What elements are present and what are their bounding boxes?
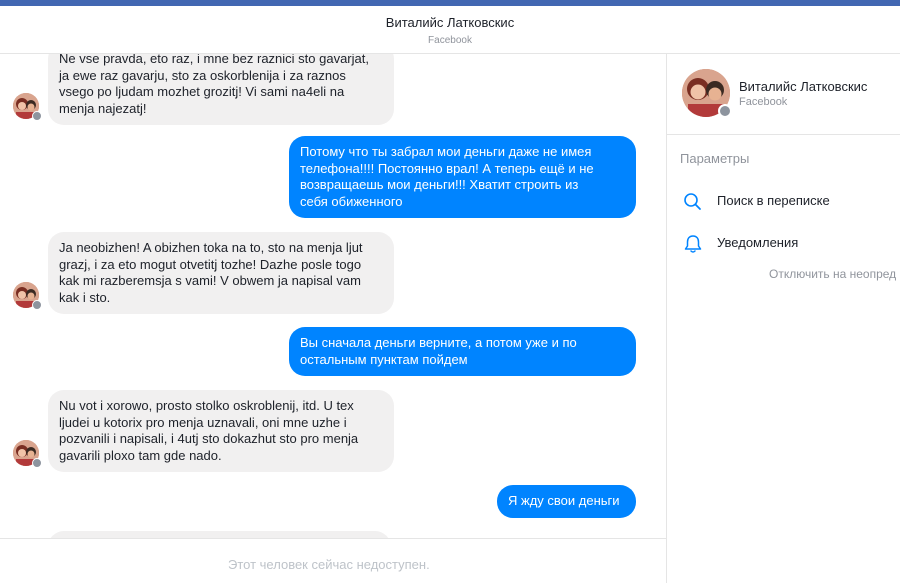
- message-thread[interactable]: Ne vse pravda, eto raz, i mne bez raznic…: [0, 54, 666, 538]
- message-line: ja ewe raz gavarju, sto za oskorblenija …: [59, 67, 346, 83]
- notifications-label: Уведомления: [717, 235, 799, 250]
- sidebar-network-label: Facebook: [739, 96, 788, 108]
- message-line: Nu vot i xorowo, prosto stolko oskroblen…: [59, 398, 354, 413]
- contact-avatar[interactable]: [13, 440, 42, 468]
- sidebar-divider: [667, 134, 900, 135]
- message-line: возвращаешь мои деньги!!! Хватит строить…: [300, 177, 579, 192]
- message-line: gavarili ploxo tam gde nado.: [59, 447, 222, 463]
- messenger-badge-icon: [32, 458, 42, 468]
- message-line: Вы сначала деньги верните, а потом уже и…: [300, 335, 577, 350]
- conversation-header: Виталийс Латковскис Facebook: [0, 6, 900, 54]
- message-outgoing[interactable]: Потому что ты забрал мои деньги даже не …: [289, 136, 636, 218]
- message-line: Я жду свои деньги: [508, 493, 620, 508]
- composer-area: Этот человек сейчас недоступен.: [0, 538, 666, 583]
- contact-avatar[interactable]: [13, 93, 42, 121]
- message-line: kak mi razberemsja s vami! V obwem ja na…: [59, 273, 361, 288]
- message-outgoing[interactable]: Я жду свои деньги: [497, 485, 636, 518]
- header-contact-name[interactable]: Виталийс Латковскис: [0, 15, 900, 30]
- message-line: vsego po ljudam mozhet grozitj! Vi sami …: [59, 84, 345, 99]
- unavailable-status: Этот человек сейчас недоступен.: [228, 557, 430, 572]
- message-outgoing[interactable]: Вы сначала деньги верните, а потом уже и…: [289, 327, 636, 376]
- header-network-label: Facebook: [428, 35, 472, 46]
- message-incoming[interactable]: Ja neobizhen! A obizhen toka na to, sto …: [48, 232, 394, 314]
- message-incoming-partial[interactable]: [48, 531, 391, 538]
- sidebar-contact-name[interactable]: Виталийс Латковскис: [739, 79, 867, 94]
- search-in-conversation-button[interactable]: Поиск в переписке: [682, 191, 900, 213]
- messenger-badge-icon: [718, 104, 732, 118]
- message-line: остальным пунктам пойдем: [300, 351, 468, 367]
- message-incoming[interactable]: Nu vot i xorowo, prosto stolko oskroblen…: [48, 390, 394, 472]
- bell-icon: [682, 233, 704, 255]
- options-section-title: Параметры: [680, 151, 750, 166]
- search-in-conversation-label: Поиск в переписке: [717, 193, 830, 208]
- message-line: pozvanili i napisali, i 4utj sto dokazhu…: [59, 431, 359, 446]
- message-line: Ne vse pravda, eto raz, i mne bez raznic…: [59, 54, 369, 66]
- message-line: себя обиженного: [300, 193, 403, 209]
- messenger-badge-icon: [32, 111, 42, 121]
- message-line: grazj, i za eto mogut otvetitj tozhe! Da…: [59, 256, 362, 272]
- mute-indefinitely-link[interactable]: Отключить на неопред: [769, 267, 896, 281]
- notifications-button[interactable]: Уведомления: [682, 233, 900, 255]
- messenger-badge-icon: [32, 300, 42, 310]
- message-line: kak i sto.: [59, 289, 111, 305]
- message-line: Ja neobizhen! A obizhen toka na to, sto …: [59, 240, 363, 255]
- search-icon: [682, 191, 704, 213]
- message-line: ljudei u kotorix pro menja uznavali, oni…: [59, 414, 347, 430]
- message-line: телефона!!!! Постоянно врал! А теперь ещ…: [300, 160, 594, 176]
- message-line: Потому что ты забрал мои деньги даже не …: [300, 144, 592, 159]
- sidebar-contact-avatar[interactable]: [682, 69, 732, 118]
- contact-avatar[interactable]: [13, 282, 42, 310]
- message-line: menja najezatj!: [59, 100, 147, 116]
- info-sidebar: Виталийс Латковскис Facebook Параметры П…: [667, 54, 900, 583]
- message-incoming[interactable]: Ne vse pravda, eto raz, i mne bez raznic…: [48, 54, 394, 125]
